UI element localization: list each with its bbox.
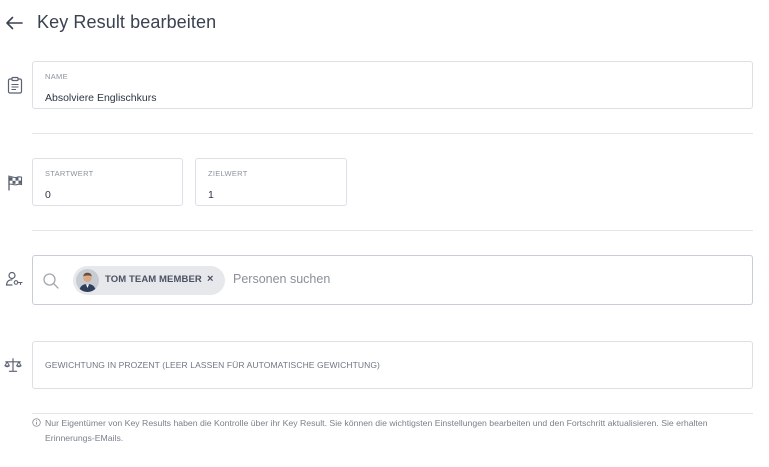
start-value[interactable]: 0 [45, 189, 51, 201]
name-label: NAME [45, 72, 68, 81]
people-search-field[interactable]: TOM TEAM MEMBER × Personen suchen [32, 255, 753, 305]
people-search-placeholder: Personen suchen [233, 272, 331, 286]
divider [32, 133, 753, 134]
checkered-flag-icon [8, 175, 23, 191]
person-chip[interactable]: TOM TEAM MEMBER × [73, 266, 225, 295]
page-title: Key Result bearbeiten [37, 12, 217, 32]
start-value-field[interactable]: STARTWERT 0 [32, 158, 183, 206]
target-value-label: ZIELWERT [208, 169, 248, 178]
start-value-label: STARTWERT [45, 169, 94, 178]
name-value[interactable]: Absolviere Englischkurs [45, 92, 156, 104]
info-text: Nur Eigentümer von Key Results haben die… [45, 418, 708, 443]
target-value[interactable]: 1 [208, 189, 214, 201]
info-icon [32, 418, 41, 427]
header: Key Result bearbeiten [0, 0, 769, 46]
avatar [76, 269, 99, 292]
user-key-icon [5, 271, 23, 286]
close-icon[interactable]: × [207, 273, 213, 285]
person-chip-label: TOM TEAM MEMBER [105, 274, 202, 285]
clipboard-icon [7, 76, 23, 94]
search-icon [43, 273, 59, 289]
back-arrow-icon[interactable] [4, 13, 24, 33]
weight-percent-placeholder: GEWICHTUNG IN PROZENT (LEER LASSEN FÜR A… [45, 360, 380, 370]
name-field[interactable]: NAME Absolviere Englischkurs [32, 61, 753, 109]
target-value-field[interactable]: ZIELWERT 1 [195, 158, 347, 206]
weight-percent-field[interactable]: GEWICHTUNG IN PROZENT (LEER LASSEN FÜR A… [32, 341, 753, 389]
balance-scale-icon [4, 358, 22, 372]
divider [32, 413, 753, 414]
divider [32, 230, 753, 231]
